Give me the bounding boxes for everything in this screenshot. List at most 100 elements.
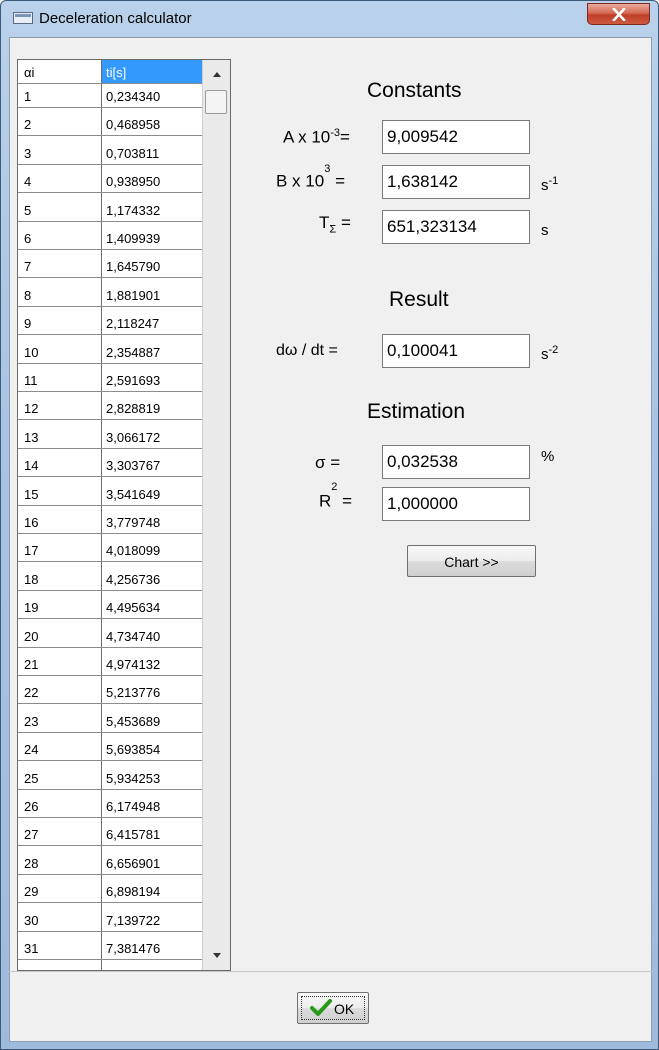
- row-time[interactable]: 3,303767: [106, 458, 160, 473]
- row-time[interactable]: 1,409939: [106, 231, 160, 246]
- row-index[interactable]: 23: [24, 714, 38, 729]
- row-time[interactable]: 3,541649: [106, 487, 160, 502]
- row-time[interactable]: 6,656901: [106, 856, 160, 871]
- row-index[interactable]: 26: [24, 799, 38, 814]
- row-index[interactable]: 18: [24, 572, 38, 587]
- a-value-field[interactable]: 9,009542: [382, 120, 530, 154]
- row-index[interactable]: 4: [24, 174, 31, 189]
- ok-button[interactable]: OK: [297, 992, 369, 1024]
- header-alpha[interactable]: αi: [24, 65, 34, 80]
- row-time[interactable]: 3,779748: [106, 515, 160, 530]
- table-row[interactable]: 15 3,541649: [18, 482, 202, 506]
- row-index[interactable]: 30: [24, 913, 38, 928]
- row-index[interactable]: 10: [24, 345, 38, 360]
- table-row[interactable]: 1 0,234340: [18, 84, 202, 108]
- row-index[interactable]: 14: [24, 458, 38, 473]
- row-index[interactable]: 13: [24, 430, 38, 445]
- row-time[interactable]: 7,381476: [106, 941, 160, 956]
- table-row[interactable]: 22 5,213776: [18, 680, 202, 705]
- t-value-field[interactable]: 651,323134: [382, 210, 530, 244]
- row-time[interactable]: 4,256736: [106, 572, 160, 587]
- table-row[interactable]: 10 2,354887: [18, 340, 202, 364]
- scroll-thumb[interactable]: [205, 90, 227, 114]
- row-time[interactable]: 0,938950: [106, 174, 160, 189]
- row-index[interactable]: 8: [24, 288, 31, 303]
- table-row[interactable]: 8 1,881901: [18, 283, 202, 307]
- row-index[interactable]: 28: [24, 856, 38, 871]
- row-index[interactable]: 25: [24, 771, 38, 786]
- row-time[interactable]: 2,828819: [106, 401, 160, 416]
- row-index[interactable]: 29: [24, 884, 38, 899]
- row-time[interactable]: 0,703811: [106, 146, 159, 161]
- row-time[interactable]: 6,898194: [106, 884, 160, 899]
- row-index[interactable]: 11: [24, 373, 38, 388]
- table-row[interactable]: 27 6,415781: [18, 822, 202, 847]
- table-row[interactable]: 26 6,174948: [18, 794, 202, 818]
- row-time[interactable]: 2,118247: [106, 316, 159, 331]
- row-time[interactable]: 5,693854: [106, 742, 160, 757]
- sigma-value-field[interactable]: 0,032538: [382, 445, 530, 479]
- table-row[interactable]: 31 7,381476: [18, 936, 202, 960]
- table-row[interactable]: 13 3,066172: [18, 425, 202, 449]
- vertical-scrollbar[interactable]: [202, 60, 230, 970]
- chart-button[interactable]: Chart >>: [407, 545, 536, 577]
- table-row[interactable]: 16 3,779748: [18, 510, 202, 534]
- row-time[interactable]: 7,139722: [106, 913, 160, 928]
- row-index[interactable]: 1: [24, 89, 31, 104]
- table-row[interactable]: 20 4,734740: [18, 624, 202, 648]
- table-row[interactable]: 9 2,118247: [18, 311, 202, 336]
- row-time[interactable]: 4,734740: [106, 629, 160, 644]
- row-time[interactable]: 0,234340: [106, 89, 160, 104]
- b-value-field[interactable]: 1,638142: [382, 165, 530, 199]
- row-index[interactable]: 3: [24, 146, 31, 161]
- table-row[interactable]: 2 0,468958: [18, 112, 202, 137]
- row-time[interactable]: 1,645790: [106, 259, 160, 274]
- table-row[interactable]: 14 3,303767: [18, 453, 202, 478]
- row-index[interactable]: 24: [24, 742, 38, 757]
- table-row[interactable]: 29 6,898194: [18, 879, 202, 904]
- row-index[interactable]: 7: [24, 259, 31, 274]
- row-index[interactable]: 20: [24, 629, 38, 644]
- table-row[interactable]: 12 2,828819: [18, 396, 202, 421]
- table-row[interactable]: 5 1,174332: [18, 198, 202, 222]
- table-row[interactable]: 18 4,256736: [18, 567, 202, 591]
- header-time[interactable]: ti[s]: [106, 65, 126, 80]
- table-row[interactable]: 4 0,938950: [18, 169, 202, 194]
- scroll-up-arrow-icon[interactable]: [203, 60, 230, 88]
- row-time[interactable]: 5,213776: [106, 685, 160, 700]
- row-time[interactable]: 4,974132: [106, 657, 160, 672]
- row-index[interactable]: 19: [24, 600, 38, 615]
- table-row[interactable]: 3 0,703811: [18, 141, 202, 165]
- table-row[interactable]: 21 4,974132: [18, 652, 202, 676]
- row-index[interactable]: 5: [24, 203, 31, 218]
- close-button[interactable]: [587, 3, 650, 25]
- row-time[interactable]: 4,018099: [106, 543, 160, 558]
- table-row[interactable]: 24 5,693854: [18, 737, 202, 762]
- title-bar[interactable]: Deceleration calculator: [1, 1, 658, 37]
- row-time[interactable]: 3,066172: [106, 430, 160, 445]
- row-time[interactable]: 2,591693: [106, 373, 160, 388]
- row-time[interactable]: 4,495634: [106, 600, 160, 615]
- results-table[interactable]: αi ti[s] 1 0,234340 2 0,468958 3 0,703811 4 0,9…: [17, 59, 231, 971]
- result-value-field[interactable]: 0,100041: [382, 334, 530, 368]
- row-time[interactable]: 2,354887: [106, 345, 160, 360]
- table-row[interactable]: 28 6,656901: [18, 851, 202, 875]
- scroll-down-arrow-icon[interactable]: [203, 942, 230, 970]
- row-time[interactable]: 5,934253: [106, 771, 160, 786]
- table-row[interactable]: 30 7,139722: [18, 908, 202, 932]
- row-time[interactable]: 6,415781: [106, 827, 160, 842]
- row-index[interactable]: 6: [24, 231, 31, 246]
- row-time[interactable]: 6,174948: [106, 799, 160, 814]
- table-row[interactable]: 17 4,018099: [18, 538, 202, 563]
- row-time[interactable]: 1,881901: [106, 288, 160, 303]
- table-row[interactable]: 7 1,645790: [18, 254, 202, 279]
- row-index[interactable]: 22: [24, 685, 38, 700]
- row-index[interactable]: 16: [24, 515, 38, 530]
- table-row[interactable]: 23 5,453689: [18, 709, 202, 733]
- row-index[interactable]: 21: [24, 657, 38, 672]
- row-index[interactable]: 31: [24, 941, 38, 956]
- row-index[interactable]: 15: [24, 487, 38, 502]
- table-row[interactable]: 19 4,495634: [18, 595, 202, 620]
- row-time[interactable]: 5,453689: [106, 714, 160, 729]
- row-index[interactable]: 9: [24, 316, 31, 331]
